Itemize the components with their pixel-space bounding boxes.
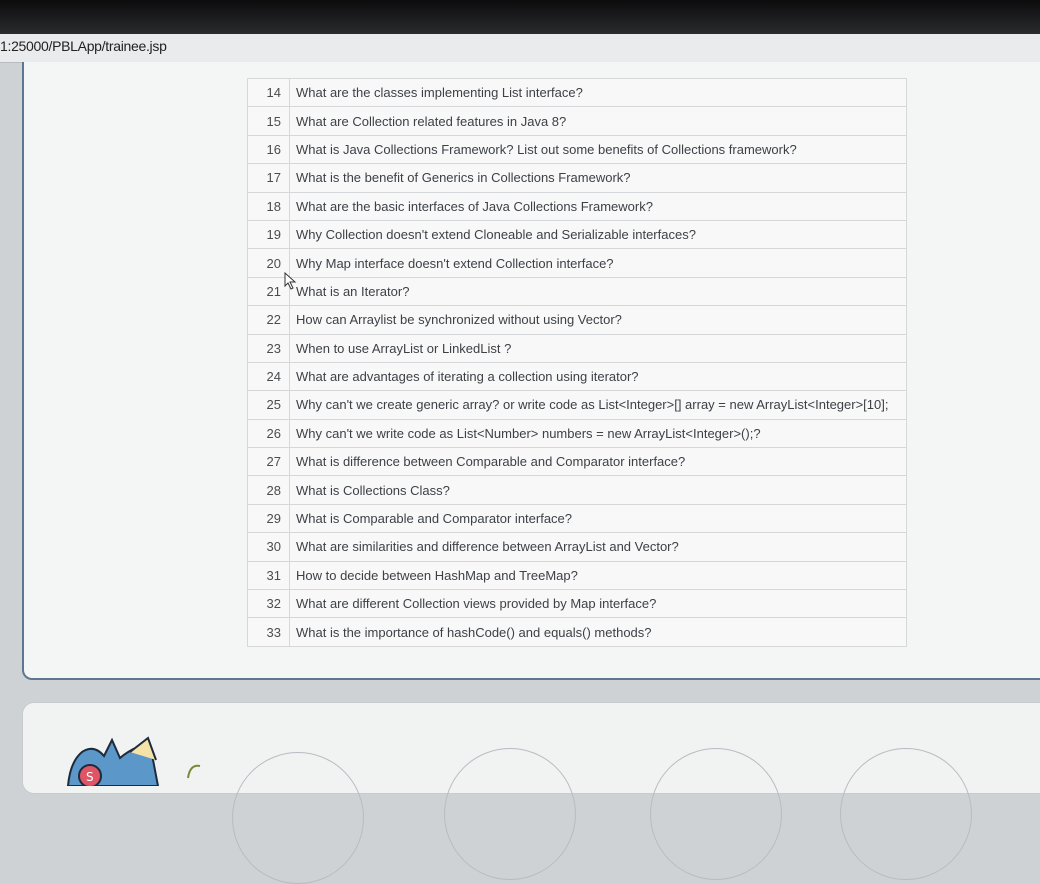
table-row: 29 What is Comparable and Comparator inte… [247,503,907,534]
monitor-bezel [0,0,1040,34]
question-number: 33 [247,617,290,647]
question-text: What are different Collection views prov… [289,589,907,619]
question-text: What are Collection related features in … [289,106,907,136]
questions-table: 14 What are the classes implementing List… [247,77,907,647]
question-text: What is the importance of hashCode() and… [289,617,907,647]
question-text: What are the classes implementing List i… [289,77,907,108]
table-row: 24 What are advantages of iterating a col… [247,361,907,392]
small-sticker-icon [187,764,201,779]
table-row: 30 What are similarities and difference b… [247,532,907,562]
table-row: 20 Why Map interface doesn't extend Colle… [247,248,907,278]
question-number: 25 [247,390,290,420]
question-number: 16 [247,134,290,165]
table-row: 18 What are the basic interfaces of Java … [247,191,907,221]
question-text: How to decide between HashMap and TreeMa… [289,560,907,591]
table-row: 14 What are the classes implementing List… [247,77,907,108]
decorative-circle [232,752,364,884]
mouse-pointer-icon [284,272,297,290]
question-text: Why Collection doesn't extend Cloneable … [289,219,907,250]
question-text: What are similarities and difference bet… [289,532,907,562]
question-text: Why Map interface doesn't extend Collect… [289,248,907,278]
question-text: What are advantages of iterating a colle… [289,361,907,392]
table-row: 25 Why can't we create generic array? or … [247,390,907,420]
question-number: 29 [247,503,290,534]
question-text: What is Collections Class? [289,475,907,505]
question-number: 23 [247,333,290,363]
question-number: 32 [247,589,290,619]
table-row: 21 What is an Iterator? [247,276,907,307]
table-row: 17 What is the benefit of Generics in Col… [247,163,907,193]
table-row: 26 Why can't we write code as List<Number… [247,418,907,449]
question-text: What is an Iterator? [289,276,907,307]
table-row: 23 When to use ArrayList or LinkedList ? [247,333,907,363]
table-row: 28 What is Collections Class? [247,475,907,505]
table-row: 16 What is Java Collections Framework? Li… [247,134,907,165]
question-number: 31 [247,560,290,591]
svg-text:S: S [86,770,94,784]
question-text: Why can't we create generic array? or wr… [289,390,907,420]
question-number: 26 [247,418,290,449]
question-text: What is Java Collections Framework? List… [289,134,907,165]
table-row: 32 What are different Collection views pr… [247,589,907,619]
table-row: 33 What is the importance of hashCode() a… [247,617,907,647]
question-text: What are the basic interfaces of Java Co… [289,191,907,221]
question-number: 30 [247,532,290,562]
cartoon-sticker-icon: S [66,736,160,786]
question-number: 17 [247,163,290,193]
table-row: 22 How can Arraylist be synchronized with… [247,305,907,335]
question-text: When to use ArrayList or LinkedList ? [289,333,907,363]
table-row: 19 Why Collection doesn't extend Cloneabl… [247,219,907,250]
question-number: 22 [247,305,290,335]
decorative-circle [650,748,782,880]
decorative-circle [444,748,576,880]
question-number: 14 [247,77,290,108]
table-row: 31 How to decide between HashMap and Tree… [247,560,907,591]
table-row: 15 What are Collection related features i… [247,106,907,136]
address-bar[interactable]: 1:25000/PBLApp/trainee.jsp [0,34,1040,63]
question-text: What is difference between Comparable an… [289,447,907,477]
question-number: 27 [247,447,290,477]
question-text: What is Comparable and Comparator interf… [289,503,907,534]
decorative-circle [840,748,972,880]
question-text: How can Arraylist be synchronized withou… [289,305,907,335]
question-text: Why can't we write code as List<Number> … [289,418,907,449]
question-number: 28 [247,475,290,505]
question-number: 24 [247,361,290,392]
question-number: 19 [247,219,290,250]
table-row: 27 What is difference between Comparable … [247,447,907,477]
question-number: 18 [247,191,290,221]
question-text: What is the benefit of Generics in Colle… [289,163,907,193]
url-text[interactable]: 1:25000/PBLApp/trainee.jsp [0,38,167,54]
question-number: 15 [247,106,290,136]
